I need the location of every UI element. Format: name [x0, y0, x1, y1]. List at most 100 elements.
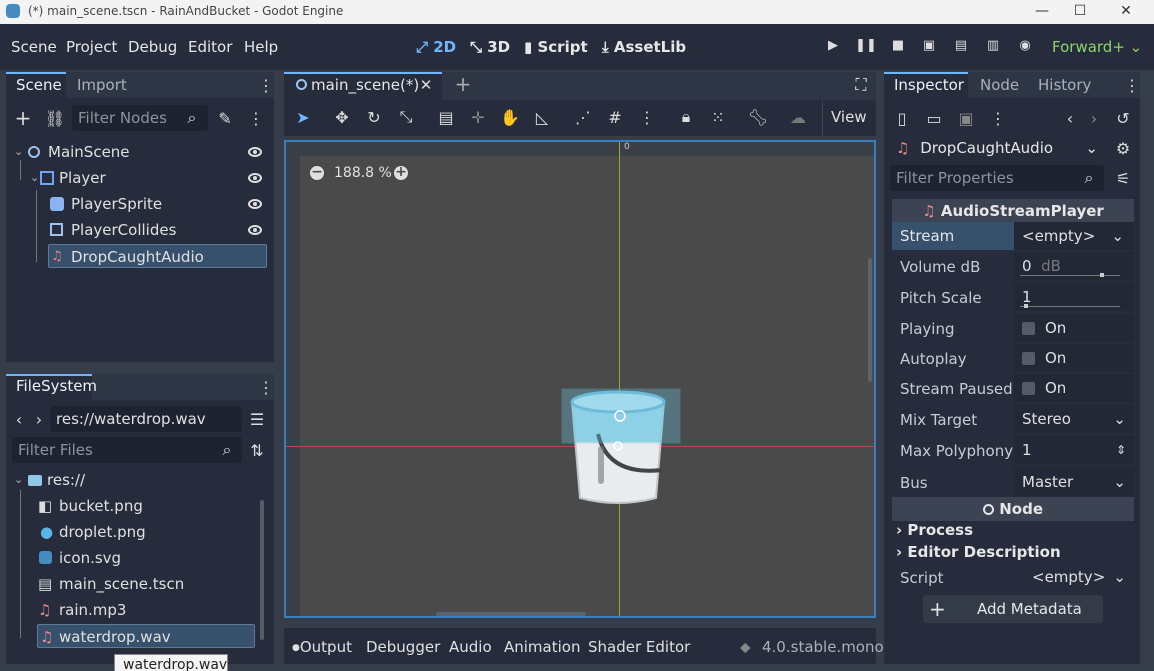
- tree-item-dropcaughtaudio[interactable]: ♫ DropCaughtAudio: [48, 244, 267, 268]
- zoom-in-icon[interactable]: +: [394, 165, 408, 180]
- filesystem-scrollbar[interactable]: [260, 500, 264, 640]
- menu-help[interactable]: Help: [244, 38, 278, 56]
- workspace-2d[interactable]: ⤢ 2D: [416, 38, 456, 56]
- select-tool-icon[interactable]: ➤: [294, 108, 312, 127]
- path-field[interactable]: res://waterdrop.wav: [50, 406, 242, 432]
- bus-select[interactable]: Master ⌄: [1014, 468, 1134, 496]
- tab-audio[interactable]: Audio: [449, 638, 492, 656]
- attach-script-icon[interactable]: ✎: [214, 107, 236, 129]
- canvas-viewport[interactable]: 0 − 188.8 % +: [284, 140, 876, 618]
- forward-icon[interactable]: ›: [32, 409, 46, 429]
- dock-menu-icon[interactable]: ⋮: [258, 76, 274, 95]
- object-history-icon[interactable]: ↺: [1114, 108, 1132, 128]
- property-bus[interactable]: Bus Master ⌄: [892, 468, 1134, 498]
- new-resource-icon[interactable]: ▯: [892, 108, 912, 128]
- stream-paused-checkbox[interactable]: On: [1014, 374, 1134, 402]
- close-window-button[interactable]: ✕: [1104, 0, 1148, 24]
- play-scene-icon[interactable]: ▤: [948, 32, 974, 58]
- stream-value[interactable]: <empty> ⌄: [1014, 222, 1134, 250]
- property-max-polyphony[interactable]: Max Polyphony 1 ⇕: [892, 436, 1134, 466]
- scene-tab-main[interactable]: main_scene(*): [296, 76, 419, 94]
- stop-icon[interactable]: ■: [885, 32, 911, 58]
- pitch-scale-value[interactable]: 1: [1014, 283, 1134, 311]
- smart-snap-icon[interactable]: ⋰: [574, 108, 592, 127]
- play-icon[interactable]: ▶: [820, 32, 846, 58]
- file-item-droplet[interactable]: ● droplet.png: [12, 520, 258, 544]
- visibility-eye-icon[interactable]: [248, 225, 262, 235]
- filter-files-input[interactable]: Filter Files: [12, 437, 242, 463]
- move-tool-icon[interactable]: ✥: [333, 108, 351, 127]
- mix-target-select[interactable]: Stereo ⌄: [1014, 405, 1134, 433]
- rotate-tool-icon[interactable]: ↻: [365, 108, 383, 127]
- list-select-icon[interactable]: ▤: [437, 108, 455, 127]
- horizontal-scrollbar[interactable]: [436, 612, 586, 616]
- bone-icon[interactable]: 🦴︎: [748, 108, 768, 127]
- workspace-assetlib[interactable]: ⤓ AssetLib: [602, 38, 686, 56]
- link-icon[interactable]: ⛓: [44, 107, 66, 129]
- add-node-icon[interactable]: +: [12, 106, 34, 130]
- inspector-menu-icon[interactable]: ⋮: [988, 108, 1008, 128]
- snap-options-icon[interactable]: ⋮: [638, 108, 656, 127]
- filter-properties-input[interactable]: Filter Properties: [890, 165, 1104, 191]
- tab-import[interactable]: Import: [77, 76, 127, 94]
- pivot-tool-icon[interactable]: ✛: [469, 108, 487, 127]
- tab-inspector[interactable]: Inspector: [894, 76, 964, 94]
- tab-scene[interactable]: Scene: [16, 76, 62, 94]
- tree-item-player[interactable]: ⌄ Player: [12, 166, 268, 190]
- add-metadata-button[interactable]: + Add Metadata: [923, 595, 1103, 623]
- save-icon[interactable]: ▣: [956, 108, 976, 128]
- pitch-slider-grabber[interactable]: [1024, 304, 1028, 308]
- property-autoplay[interactable]: Autoplay On: [892, 344, 1134, 374]
- script-value[interactable]: <empty> ⌄: [1014, 563, 1134, 591]
- scale-tool-icon[interactable]: ⤡: [397, 107, 415, 126]
- pause-icon[interactable]: ❚❚: [853, 32, 879, 58]
- lock-icon[interactable]: 🔒︎: [677, 107, 695, 126]
- file-item-icon[interactable]: icon.svg: [12, 546, 258, 570]
- dock-menu-icon[interactable]: ⋮: [1124, 76, 1140, 95]
- object-selector[interactable]: ♫ DropCaughtAudio ⌄: [890, 135, 1104, 161]
- file-item-res[interactable]: ⌄ res://: [12, 468, 258, 492]
- ruler-tool-icon[interactable]: ◺: [533, 108, 551, 127]
- back-icon[interactable]: ‹: [12, 409, 26, 429]
- workspace-script[interactable]: ▮ Script: [524, 38, 588, 56]
- max-polyphony-spinbox[interactable]: 1 ⇕: [1014, 436, 1134, 464]
- volume-db-value[interactable]: 0 dB: [1014, 252, 1134, 280]
- renderer-select[interactable]: Forward+ ⌄: [1052, 38, 1142, 56]
- menu-debug[interactable]: Debug: [128, 38, 177, 56]
- zoom-out-icon[interactable]: −: [310, 165, 324, 180]
- tab-animation[interactable]: Animation: [504, 638, 580, 656]
- tab-history[interactable]: History: [1038, 76, 1091, 94]
- autoplay-checkbox[interactable]: On: [1014, 344, 1134, 372]
- tab-node[interactable]: Node: [980, 76, 1019, 94]
- tab-shader-editor[interactable]: Shader Editor: [588, 638, 690, 656]
- visibility-eye-icon[interactable]: [248, 199, 262, 209]
- close-tab-icon[interactable]: ✕: [418, 76, 434, 94]
- play-custom-scene-icon[interactable]: ▥: [980, 32, 1006, 58]
- add-tab-icon[interactable]: +: [454, 72, 472, 96]
- file-item-rain[interactable]: ♫ rain.mp3: [12, 598, 258, 622]
- tab-filesystem[interactable]: FileSystem: [16, 377, 97, 395]
- remote-debug-icon[interactable]: ▣: [916, 32, 942, 58]
- history-forward-icon[interactable]: ›: [1086, 108, 1102, 128]
- sort-icon[interactable]: ⇅: [246, 439, 268, 461]
- workspace-3d[interactable]: ⤡ 3D: [470, 38, 510, 56]
- zoom-level[interactable]: 188.8 %: [334, 165, 392, 181]
- menu-scene[interactable]: Scene: [11, 38, 57, 56]
- file-item-main-scene[interactable]: ▤ main_scene.tscn: [12, 572, 258, 596]
- distraction-free-icon[interactable]: ⛶: [852, 75, 870, 94]
- property-options-icon[interactable]: ⚟: [1112, 168, 1134, 188]
- light-occluder-icon[interactable]: ☁: [789, 108, 807, 127]
- property-playing[interactable]: Playing On: [892, 314, 1134, 344]
- file-item-waterdrop[interactable]: ♫ waterdrop.wav: [37, 624, 255, 648]
- group-editor-description[interactable]: › Editor Description: [896, 543, 1061, 561]
- scene-menu-icon[interactable]: ⋮: [248, 107, 264, 129]
- file-item-bucket[interactable]: ◧ bucket.png: [12, 494, 258, 518]
- visibility-eye-icon[interactable]: [248, 173, 262, 183]
- tree-item-playersprite[interactable]: PlayerSprite: [12, 192, 268, 216]
- vertical-scrollbar[interactable]: [868, 258, 872, 382]
- tree-item-mainscene[interactable]: ⌄ MainScene: [12, 140, 268, 164]
- tree-item-playercollides[interactable]: PlayerCollides: [12, 218, 268, 242]
- visibility-eye-icon[interactable]: [248, 147, 262, 157]
- tab-debugger[interactable]: Debugger: [366, 638, 440, 656]
- property-pitch-scale[interactable]: Pitch Scale 1: [892, 283, 1134, 313]
